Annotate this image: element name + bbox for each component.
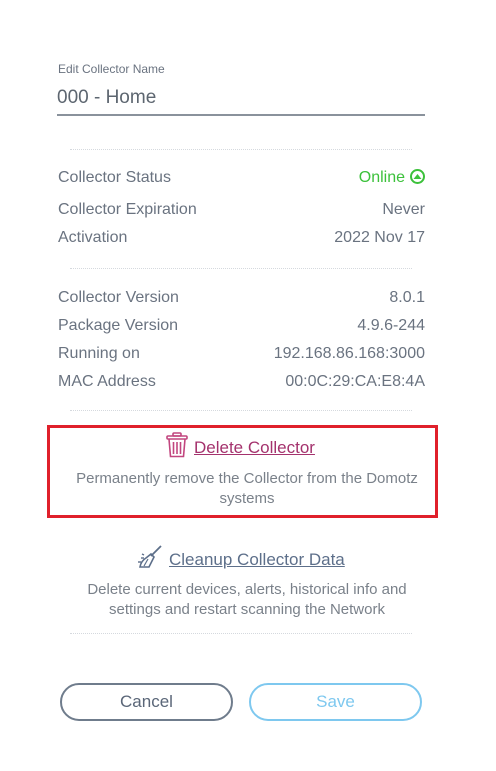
delete-description-line-2: systems xyxy=(219,490,275,507)
collector-status-label: Collector Status xyxy=(58,169,171,186)
delete-collector-label[interactable]: Delete Collector xyxy=(194,438,315,458)
trash-icon xyxy=(166,432,188,463)
package-version-label: Package Version xyxy=(58,317,179,334)
cleanup-collector-description: Delete current devices, alerts, historic… xyxy=(60,580,434,620)
cleanup-collector-link[interactable]: Cleanup Collector Data xyxy=(137,545,345,574)
running-on-label: Running on xyxy=(58,345,140,362)
collector-expiration-value: Never xyxy=(382,201,425,218)
divider xyxy=(70,410,412,411)
activation-row: Activation 2022 Nov 17 xyxy=(58,227,425,249)
package-version-value: 4.9.6-244 xyxy=(357,317,425,334)
activation-label: Activation xyxy=(58,229,128,246)
delete-collector-link[interactable]: Delete Collector xyxy=(166,432,315,463)
activation-value: 2022 Nov 17 xyxy=(334,229,425,246)
mac-address-label: MAC Address xyxy=(58,373,156,390)
collector-expiration-label: Collector Expiration xyxy=(58,201,197,218)
cleanup-collector-label[interactable]: Cleanup Collector Data xyxy=(169,550,345,570)
delete-collector-description: Permanently remove the Collector from th… xyxy=(60,469,434,509)
divider xyxy=(70,149,412,150)
collector-version-value: 8.0.1 xyxy=(389,289,425,306)
cleanup-description-line-2: settings and restart scanning the Networ… xyxy=(109,601,385,618)
collector-status-row: Collector Status Online xyxy=(58,167,425,189)
package-version-row: Package Version 4.9.6-244 xyxy=(58,315,425,337)
cleanup-description-line-1: Delete current devices, alerts, historic… xyxy=(87,581,407,598)
mac-address-value: 00:0C:29:CA:E8:4A xyxy=(285,373,425,390)
collector-name-input[interactable] xyxy=(57,82,425,116)
online-status-text: Online xyxy=(358,169,405,186)
save-button[interactable]: Save xyxy=(249,683,422,721)
collector-version-label: Collector Version xyxy=(58,289,179,306)
running-on-row: Running on 192.168.86.168:3000 xyxy=(58,343,425,365)
collector-expiration-row: Collector Expiration Never xyxy=(58,199,425,221)
divider xyxy=(70,268,412,269)
broom-icon xyxy=(137,545,163,574)
delete-description-line-1: Permanently remove the Collector from th… xyxy=(76,470,418,487)
collector-version-row: Collector Version 8.0.1 xyxy=(58,287,425,309)
divider xyxy=(70,633,412,634)
running-on-value: 192.168.86.168:3000 xyxy=(273,345,425,362)
mac-address-row: MAC Address 00:0C:29:CA:E8:4A xyxy=(58,371,425,393)
cancel-button[interactable]: Cancel xyxy=(60,683,233,721)
online-status: Online xyxy=(358,168,425,187)
chevron-up-circle-icon xyxy=(410,168,425,184)
collector-name-label: Edit Collector Name xyxy=(58,62,165,76)
